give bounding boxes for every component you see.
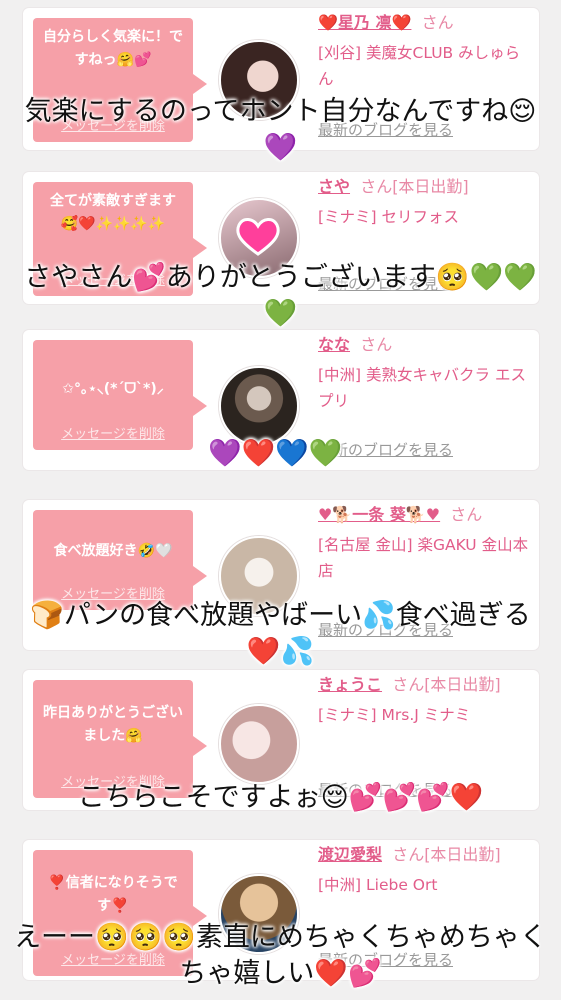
message-text: 昨日ありがとうございました🤗 (43, 705, 183, 744)
caption-overlay: えーー🥺🥺🥺素直にめちゃくちゃめちゃくちゃ嬉しい❤️💕 (14, 922, 547, 989)
honorific: さん (360, 335, 393, 354)
cast-name-link[interactable]: なな (318, 335, 350, 354)
message-text: 全てが素敵すぎます🥰❤️✨✨✨✨ (50, 193, 176, 232)
cast-name-link[interactable]: きょうこ (318, 675, 382, 694)
cast-name-link[interactable]: ❤️星乃 凛❤️ (318, 13, 411, 32)
cast-info: ❤️星乃 凛❤️ さん [刈谷] 美魔女CLUB みしゅらん (318, 10, 533, 92)
caption-overlay: 気楽にするのってホント自分なんですね😌💜 (24, 96, 537, 163)
cast-info: きょうこ さん[本日出勤] [ミナミ] Mrs.J ミナミ (318, 672, 533, 728)
avatar[interactable] (219, 366, 299, 446)
caption-overlay: 💜❤️💙💚 (208, 438, 343, 469)
shop-name[interactable]: [ミナミ] セリフォス (318, 204, 533, 230)
message-bubble: ✩°｡⋆⸜(*ˊᗜˋ*)⸝ メッセージを削除 (33, 340, 207, 450)
honorific: さん[本日出勤] (392, 845, 501, 864)
heart-sticker-icon (236, 218, 280, 256)
caption-overlay: 🍞パンの食べ放題やばーい💦食べ過ぎる❤️💦 (30, 600, 531, 667)
message-text: ❣️信者になりそうです❣️ (48, 875, 178, 914)
cast-info: さや さん[本日出勤] [ミナミ] セリフォス (318, 174, 533, 230)
shop-name[interactable]: [中洲] Liebe Ort (318, 872, 533, 898)
shop-name[interactable]: [ミナミ] Mrs.J ミナミ (318, 702, 533, 728)
honorific: さん[本日出勤] (392, 675, 501, 694)
cast-info: 渡辺愛梨 さん[本日出勤] [中洲] Liebe Ort (318, 842, 533, 898)
honorific: さん[本日出勤] (360, 177, 469, 196)
cast-info: なな さん [中洲] 美熟女キャバクラ エスプリ (318, 332, 533, 414)
message-text: 食べ放題好き🤣🤍 (53, 543, 173, 559)
delete-message-link[interactable]: メッセージを削除 (33, 423, 193, 442)
shop-name[interactable]: [刈谷] 美魔女CLUB みしゅらん (318, 40, 533, 92)
caption-overlay: こちらこそですよぉ😌💕💕💕❤️ (77, 782, 484, 813)
avatar[interactable] (219, 704, 299, 784)
message-text: 自分らしく気楽に！ですねっ🤗💕 (43, 29, 183, 68)
honorific: さん (450, 505, 483, 524)
cast-name-link[interactable]: 渡辺愛梨 (318, 845, 382, 864)
shop-name[interactable]: [中洲] 美熟女キャバクラ エスプリ (318, 362, 533, 414)
message-bubble: 食べ放題好き🤣🤍 メッセージを削除 (33, 510, 207, 610)
cast-name-link[interactable]: ♥🐕一条 葵🐕♥ (318, 505, 440, 524)
message-text: ✩°｡⋆⸜(*ˊᗜˋ*)⸝ (62, 381, 164, 397)
honorific: さん (421, 13, 454, 32)
cast-name-link[interactable]: さや (318, 177, 350, 196)
shop-name[interactable]: [名古屋 金山] 楽GAKU 金山本店 (318, 532, 533, 584)
caption-overlay: さやさん💕ありがとうございます🥺💚💚💚 (24, 262, 537, 329)
cast-info: ♥🐕一条 葵🐕♥ さん [名古屋 金山] 楽GAKU 金山本店 (318, 502, 533, 584)
